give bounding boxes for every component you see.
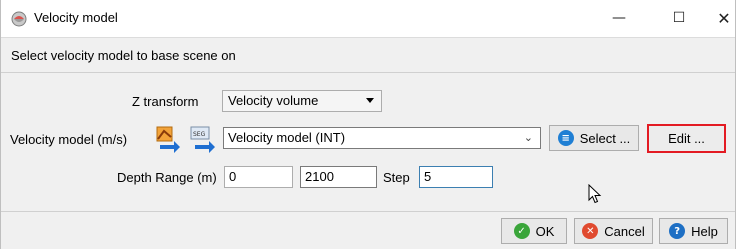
velocity-model-select[interactable]: Velocity model (INT) ⌄ — [223, 127, 541, 149]
edit-button-label: Edit ... — [668, 131, 705, 146]
ok-button-label: OK — [535, 223, 555, 239]
minimize-button[interactable]: — — [596, 0, 642, 36]
z-transform-label: Z transform — [132, 94, 199, 109]
depth-end-input[interactable]: 2100 — [300, 166, 377, 188]
title-bar[interactable]: Velocity model — ☐ ✕ — [1, 0, 735, 36]
app-icon — [11, 11, 27, 27]
select-button[interactable]: ≡ Select ... — [549, 125, 639, 151]
select-button-label: Select ... — [579, 130, 631, 146]
chevron-down-icon: ⌄ — [523, 131, 533, 144]
cancel-button-label: Cancel — [604, 223, 645, 239]
ok-button[interactable]: ✓ OK — [501, 218, 567, 244]
z-transform-value: Velocity volume — [228, 93, 319, 108]
cancel-icon: ✕ — [582, 223, 599, 239]
dialog-content: Z transform Velocity volume Velocity mod… — [1, 73, 735, 211]
depth-end-value: 2100 — [305, 169, 334, 184]
list-icon: ≡ — [557, 130, 574, 146]
dialog-header: Select velocity model to base scene on — [1, 37, 735, 73]
mouse-cursor-icon — [588, 184, 602, 204]
svg-text:SEG: SEG — [193, 131, 206, 138]
help-button[interactable]: ? Help — [659, 218, 728, 244]
z-transform-select[interactable]: Velocity volume — [222, 90, 382, 112]
dialog-footer: ✓ OK ✕ Cancel ? Help — [1, 212, 735, 249]
velocity-model-value: Velocity model (INT) — [228, 130, 346, 145]
check-icon: ✓ — [513, 223, 530, 239]
velocity-model-dialog: Velocity model — ☐ ✕ Select velocity mod… — [0, 0, 736, 249]
header-text: Select velocity model to base scene on — [11, 48, 236, 63]
velocity-model-label: Velocity model (m/s) — [10, 132, 128, 147]
depth-start-input[interactable]: 0 — [224, 166, 293, 188]
dropdown-arrow-icon — [366, 98, 374, 103]
depth-start-value: 0 — [229, 169, 237, 184]
step-value: 5 — [424, 169, 432, 184]
maximize-button[interactable]: ☐ — [656, 0, 702, 36]
edit-button[interactable]: Edit ... — [647, 124, 726, 153]
segy-import-icon[interactable]: SEG — [189, 125, 217, 153]
step-label: Step — [383, 170, 410, 185]
cancel-button[interactable]: ✕ Cancel — [574, 218, 653, 244]
step-input[interactable]: 5 — [419, 166, 493, 188]
window-title: Velocity model — [34, 10, 118, 25]
import-volume-icon[interactable] — [154, 125, 182, 153]
help-button-label: Help — [691, 223, 718, 239]
depth-range-label: Depth Range (m) — [117, 170, 217, 185]
help-icon: ? — [669, 223, 686, 239]
close-button[interactable]: ✕ — [701, 0, 736, 36]
